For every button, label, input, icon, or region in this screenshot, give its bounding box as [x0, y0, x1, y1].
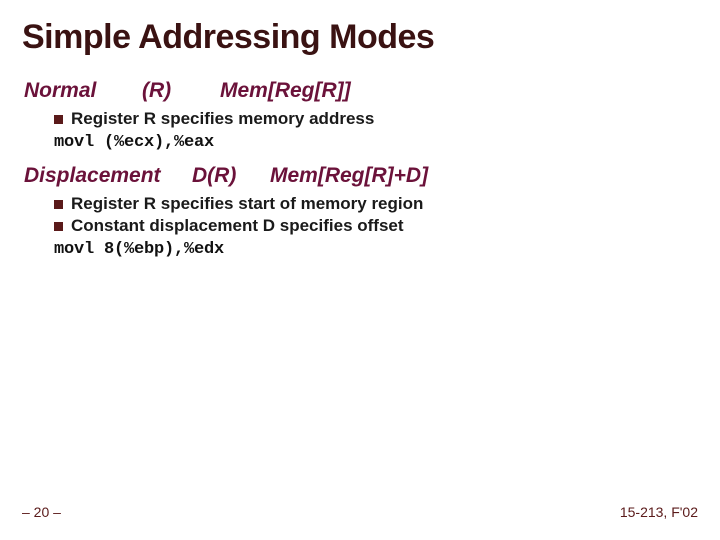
bullet-item: Register R specifies memory address: [54, 109, 698, 129]
bullet-text: Constant displacement D specifies offset: [71, 216, 404, 236]
section-heading-displacement: Displacement D(R) Mem[Reg[R]+D]: [24, 164, 698, 188]
square-bullet-icon: [54, 200, 63, 209]
section-label: Normal: [24, 79, 142, 103]
square-bullet-icon: [54, 115, 63, 124]
square-bullet-icon: [54, 222, 63, 231]
course-footer: 15-213, F'02: [620, 504, 698, 520]
section-syntax: D(R): [192, 164, 270, 188]
section-body-displacement: Register R specifies start of memory reg…: [24, 194, 698, 259]
bullet-item: Register R specifies start of memory reg…: [54, 194, 698, 214]
page-number: – 20 –: [22, 504, 61, 520]
section-semantics: Mem[Reg[R]]: [220, 79, 351, 103]
bullet-text: Register R specifies start of memory reg…: [71, 194, 423, 214]
content-area: Normal (R) Mem[Reg[R]] Register R specif…: [22, 57, 698, 259]
section-semantics: Mem[Reg[R]+D]: [270, 164, 428, 188]
bullet-item: Constant displacement D specifies offset: [54, 216, 698, 236]
bullet-text: Register R specifies memory address: [71, 109, 374, 129]
slide: Simple Addressing Modes Normal (R) Mem[R…: [0, 0, 720, 540]
code-example: movl 8(%ebp),%edx: [54, 240, 698, 259]
slide-title: Simple Addressing Modes: [22, 18, 698, 57]
section-syntax: (R): [142, 79, 220, 103]
section-heading-normal: Normal (R) Mem[Reg[R]]: [24, 79, 698, 103]
section-label: Displacement: [24, 164, 192, 188]
section-body-normal: Register R specifies memory address movl…: [24, 109, 698, 152]
code-example: movl (%ecx),%eax: [54, 133, 698, 152]
